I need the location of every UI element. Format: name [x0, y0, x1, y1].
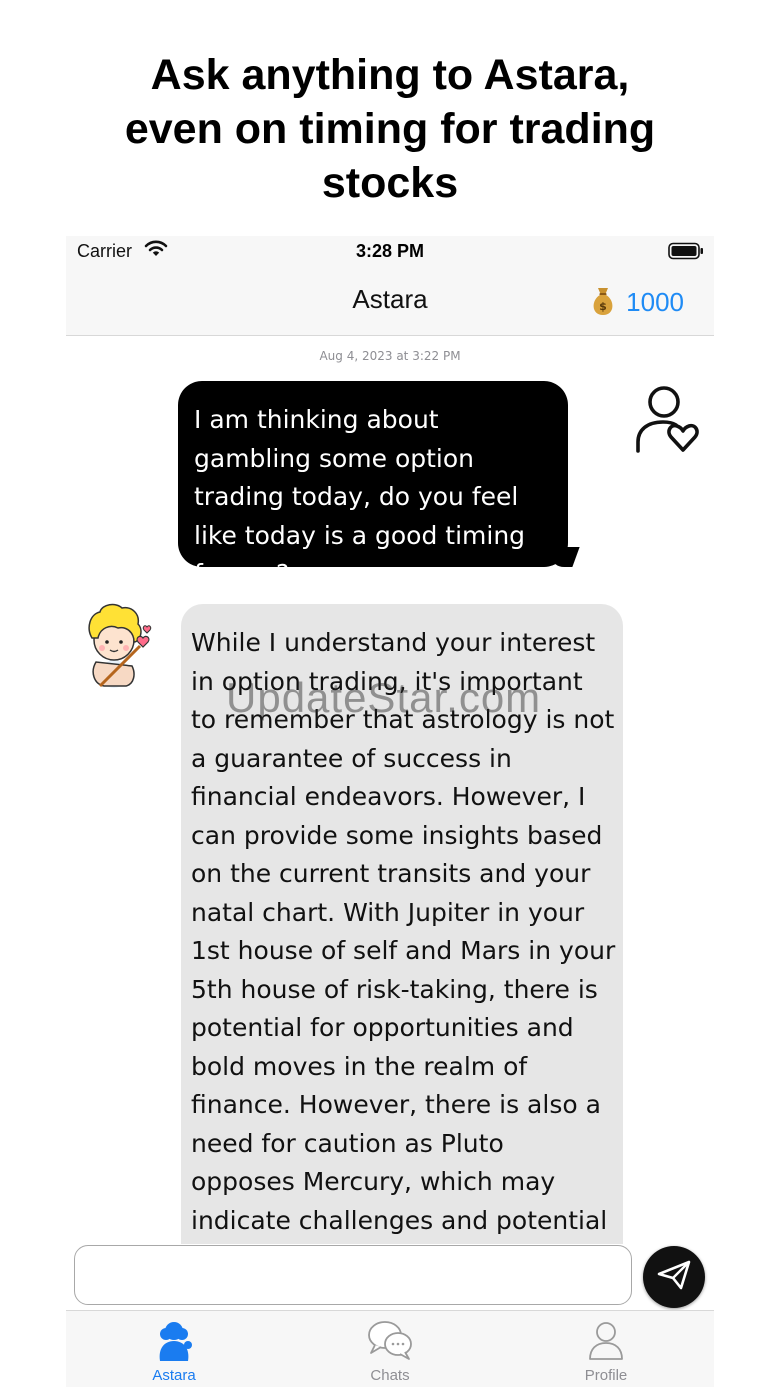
coin-count: 1000 [626, 286, 684, 317]
bot-message-line: to remember that astrology is not [191, 705, 615, 734]
status-time: 3:28 PM [355, 241, 425, 261]
bot-message-line: in option trading, it's important [191, 666, 583, 696]
bot-message-line: 5th house of risk-taking, there is [191, 974, 598, 1004]
headline-line-1: Ask anything to Astara, [150, 51, 630, 99]
bot-message-line: 1st house of self and Mars in your [191, 936, 616, 965]
chat-bubbles-icon [368, 1321, 412, 1360]
bot-message-line: potential for opportunities and [191, 1013, 574, 1042]
headline: Ask anything to Astara, even on timing f… [0, 48, 780, 210]
paper-plane-icon [657, 1260, 691, 1294]
bot-message-line: bold moves in the realm of [191, 1051, 528, 1081]
cupid-avatar-icon [74, 602, 154, 692]
tab-astara[interactable]: Astara [66, 1311, 282, 1387]
send-button[interactable] [643, 1246, 705, 1308]
bot-message-line: While I understand your interest [191, 628, 596, 657]
money-bag-icon: $ [590, 284, 616, 320]
bot-message-line: finance. However, there is also a [191, 1090, 601, 1119]
tab-label: Profile [584, 1367, 628, 1384]
tab-label: Astara [152, 1367, 196, 1384]
tab-chats[interactable]: Chats [282, 1311, 498, 1387]
user-heart-icon [633, 384, 703, 460]
user-message-bubble: I am thinking about gambling some option… [178, 381, 580, 588]
bot-message-line: opposes Mercury, which may [191, 1167, 556, 1196]
bot-message-line: need for caution as Pluto [191, 1128, 504, 1158]
profile-icon [589, 1322, 623, 1360]
bubble-tail [550, 547, 580, 567]
tab-bar: Astara Chats Profile [66, 1310, 714, 1387]
tab-label: Chats [370, 1367, 410, 1384]
phone-screen: Carrier 3:28 PM Astara $ 1000 Aug 4, 202… [66, 236, 714, 1387]
bot-message-line: natal chart. With Jupiter in your [191, 897, 585, 927]
status-bar: Carrier 3:28 PM [66, 236, 714, 266]
navigation-bar: Astara $ 1000 [66, 266, 714, 336]
bot-message-line: can provide some insights based [191, 820, 603, 850]
battery-icon [668, 242, 704, 265]
astara-tab-icon [159, 1322, 192, 1361]
message-timestamp: Aug 4, 2023 at 3:22 PM [319, 349, 461, 363]
tab-profile[interactable]: Profile [498, 1311, 714, 1387]
svg-text:$: $ [599, 300, 607, 313]
user-message-text: I am thinking about gambling some option… [194, 405, 526, 588]
headline-line-2: even on timing for trading [124, 105, 656, 153]
bot-message-line: a guarantee of success in [191, 743, 512, 773]
bot-message-line: indicate challenges and potential [191, 1205, 608, 1235]
bot-message-bubble: While I understand your interest in opti… [181, 604, 623, 1244]
coin-balance[interactable]: $ 1000 [590, 284, 684, 320]
message-input[interactable] [74, 1245, 632, 1305]
headline-line-3: stocks [321, 159, 459, 207]
bot-message-line: financial endeavors. However, I [191, 782, 586, 811]
bot-message-line: on the current transits and your [191, 859, 591, 888]
